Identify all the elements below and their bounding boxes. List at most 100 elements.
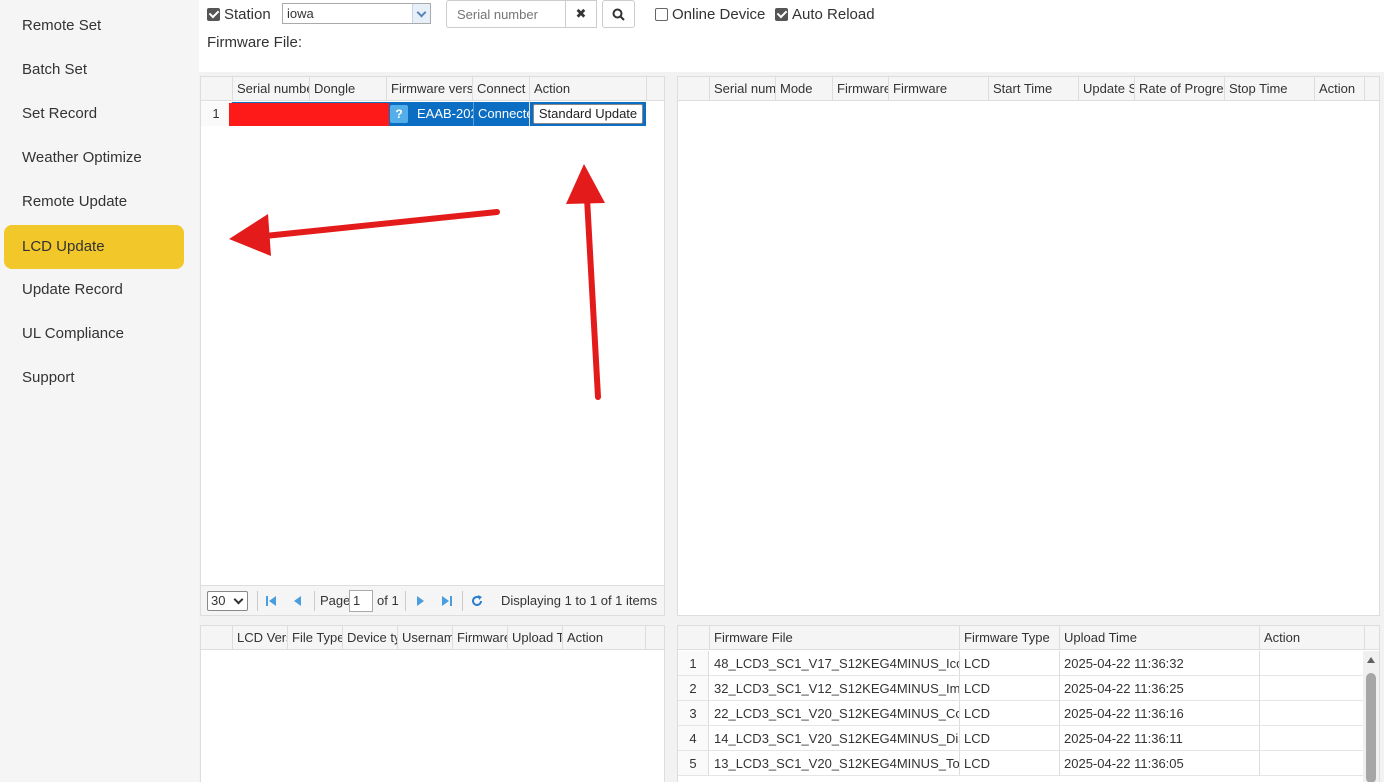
col-firmware-version[interactable]: Firmware vers (387, 77, 473, 101)
sidebar-item-set-record[interactable]: Set Record (4, 92, 184, 136)
displaying-items-text: Displaying 1 to 1 of 1 items (501, 593, 658, 608)
standard-update-button[interactable]: Standard Update (533, 104, 643, 124)
firmware-file-cell: 14_LCD3_SC1_V20_S12KEG4MINUS_Display (710, 726, 960, 751)
online-device-checkbox[interactable]: Online Device (655, 6, 765, 23)
scroll-thumb[interactable] (1366, 673, 1376, 782)
col-firmware-file[interactable]: Firmware File (710, 626, 960, 650)
previous-page-icon[interactable] (291, 595, 303, 607)
sidebar-item-remote-update[interactable]: Remote Update (4, 180, 184, 224)
upload-time-cell: 2025-04-22 11:36:11 (1060, 726, 1260, 751)
sidebar-item-ul-compliance[interactable]: UL Compliance (4, 312, 184, 356)
col-action[interactable]: Action (530, 77, 647, 101)
station-select[interactable]: iowa (282, 3, 431, 24)
scroll-up-icon[interactable] (1366, 656, 1376, 664)
firmware-file-grid: Firmware File Firmware Type Upload Time … (677, 625, 1380, 782)
next-page-icon[interactable] (415, 595, 427, 607)
first-page-icon[interactable] (265, 595, 277, 607)
row-number: 4 (678, 726, 709, 751)
help-badge-icon[interactable]: ? (390, 105, 408, 123)
col-action[interactable]: Action (563, 626, 646, 650)
update-task-grid: Serial num Mode Firmware Firmware Start … (677, 76, 1380, 616)
firmware-file-cell: 22_LCD3_SC1_V20_S12KEG4MINUS_Config (710, 701, 960, 726)
col-device-type[interactable]: Device ty (343, 626, 398, 650)
task-grid-header: Serial num Mode Firmware Firmware Start … (678, 77, 1379, 101)
firmware-type-cell: LCD (960, 751, 1060, 776)
file-grid-header: Firmware File Firmware Type Upload Time … (678, 626, 1379, 650)
online-device-check-icon[interactable] (655, 8, 668, 21)
station-checkbox[interactable]: Station (207, 6, 271, 23)
col-file-type[interactable]: File Type (288, 626, 343, 650)
search-button[interactable] (602, 0, 635, 28)
sidebar-item-weather-optimize[interactable]: Weather Optimize (4, 136, 184, 180)
firmware-type-cell: LCD (960, 701, 1060, 726)
upload-time-cell: 2025-04-22 11:36:05 (1060, 751, 1260, 776)
rownum-header (678, 77, 710, 101)
firmware-version-cell: EAAB-202 (417, 106, 473, 121)
refresh-icon[interactable] (471, 595, 483, 607)
auto-reload-check-icon[interactable] (775, 8, 788, 21)
upload-time-cell: 2025-04-22 11:36:25 (1060, 676, 1260, 701)
pager-divider (314, 591, 315, 611)
main-content: Station iowa ✖ Online Device Auto Reload… (199, 0, 1384, 782)
col-firmware-2[interactable]: Firmware (889, 77, 989, 101)
row-number: 3 (678, 701, 709, 726)
col-stop-time[interactable]: Stop Time (1225, 77, 1315, 101)
row-number: 5 (678, 751, 709, 776)
rownum-header (678, 626, 710, 650)
sidebar-item-remote-set[interactable]: Remote Set (4, 4, 184, 48)
last-page-icon[interactable] (441, 595, 453, 607)
col-firmware[interactable]: Firmware (833, 77, 889, 101)
chevron-down-icon[interactable] (412, 4, 430, 23)
pager-divider (257, 591, 258, 611)
col-rate-of-progress[interactable]: Rate of Progres (1135, 77, 1225, 101)
upload-time-cell: 2025-04-22 11:36:32 (1060, 651, 1260, 676)
station-label: Station (224, 6, 271, 23)
page-number-input[interactable]: 1 (349, 590, 373, 612)
device-grid: Serial numbe Dongle Firmware vers Connec… (200, 76, 665, 616)
pager-divider (462, 591, 463, 611)
page-size-select[interactable]: 30 (207, 591, 248, 611)
col-serial-number[interactable]: Serial num (710, 77, 776, 101)
col-action[interactable]: Action (1315, 77, 1365, 101)
col-start-time[interactable]: Start Time (989, 77, 1079, 101)
col-serial-number[interactable]: Serial numbe (233, 77, 310, 101)
upload-time-cell: 2025-04-22 11:36:16 (1060, 701, 1260, 726)
col-mode[interactable]: Mode (776, 77, 833, 101)
rownum-header (201, 77, 233, 101)
row-number: 2 (678, 676, 709, 701)
col-lcd-version[interactable]: LCD Vers (233, 626, 288, 650)
col-dongle[interactable]: Dongle (310, 77, 387, 101)
station-check-icon[interactable] (207, 8, 220, 21)
sidebar-item-support[interactable]: Support (4, 356, 184, 400)
page-count-label: of 1 (377, 593, 399, 608)
firmware-type-cell: LCD (960, 726, 1060, 751)
clear-search-button[interactable]: ✖ (565, 0, 597, 28)
rownum-header (201, 626, 233, 650)
firmware-type-cell: LCD (960, 651, 1060, 676)
row-number: 1 (678, 651, 709, 676)
lcd-grid-header: LCD Vers File Type Device ty Usernam Fir… (201, 626, 664, 650)
close-icon: ✖ (575, 6, 587, 21)
col-firmware[interactable]: Firmware (453, 626, 508, 650)
pager-divider (405, 591, 406, 611)
row-divider (678, 775, 1365, 776)
col-update-status[interactable]: Update S (1079, 77, 1135, 101)
serial-number-input[interactable] (446, 0, 566, 28)
file-grid-scrollbar[interactable] (1363, 651, 1379, 782)
col-upload-time[interactable]: Upload T (508, 626, 563, 650)
col-connect[interactable]: Connect (473, 77, 530, 101)
col-username[interactable]: Usernam (398, 626, 453, 650)
sidebar-item-batch-set[interactable]: Batch Set (4, 48, 184, 92)
online-device-label: Online Device (672, 6, 766, 23)
col-action[interactable]: Action (1260, 626, 1365, 650)
sidebar-item-lcd-update[interactable]: LCD Update (4, 225, 184, 269)
auto-reload-label: Auto Reload (792, 6, 875, 23)
station-select-value: iowa (287, 6, 314, 21)
auto-reload-checkbox[interactable]: Auto Reload (775, 6, 875, 23)
col-firmware-type[interactable]: Firmware Type (960, 626, 1060, 650)
col-upload-time[interactable]: Upload Time (1060, 626, 1260, 650)
row-number: 1 (201, 102, 232, 126)
sidebar-item-update-record[interactable]: Update Record (4, 268, 184, 312)
search-icon (612, 8, 625, 21)
firmware-type-cell: LCD (960, 676, 1060, 701)
